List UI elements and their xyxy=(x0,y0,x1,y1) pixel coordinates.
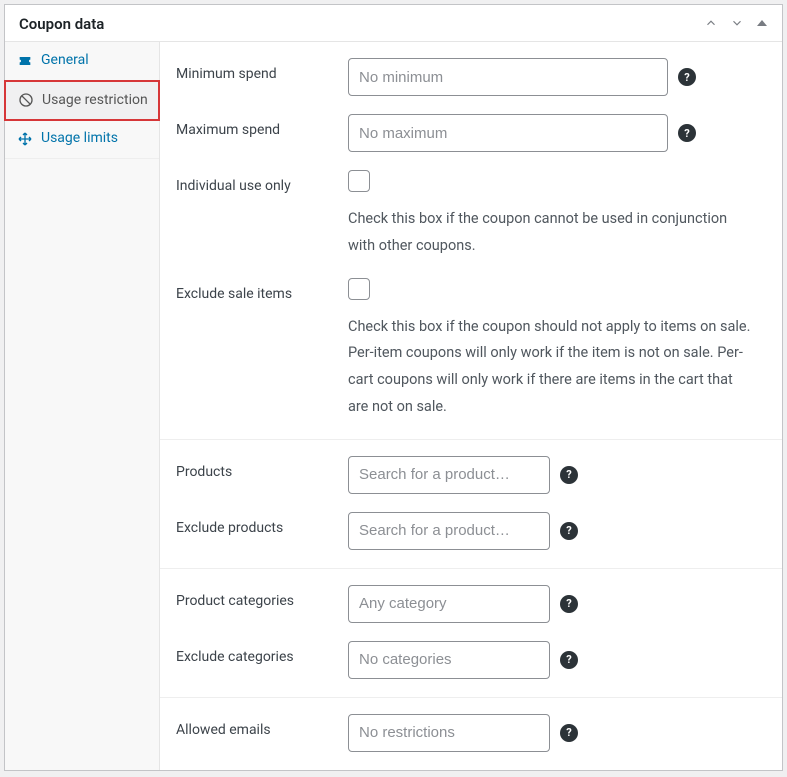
row-exclude-categories: Exclude categories ? xyxy=(176,641,766,679)
move-down-icon[interactable] xyxy=(730,16,744,33)
field-description: Check this box if the coupon cannot be u… xyxy=(348,206,753,260)
product-categories-input[interactable] xyxy=(348,585,550,623)
help-icon[interactable]: ? xyxy=(560,724,578,742)
field-label: Minimum spend xyxy=(176,58,348,82)
exclude-sale-checkbox[interactable] xyxy=(348,278,370,300)
field-label: Maximum spend xyxy=(176,114,348,138)
individual-use-checkbox[interactable] xyxy=(348,170,370,192)
tab-usage-restriction[interactable]: Usage restriction xyxy=(4,80,160,122)
panel-header: Coupon data xyxy=(5,5,782,42)
row-minimum-spend: Minimum spend ? xyxy=(176,58,766,96)
products-input[interactable] xyxy=(348,456,550,494)
exclude-products-input[interactable] xyxy=(348,512,550,550)
row-product-categories: Product categories ? xyxy=(176,585,766,623)
row-maximum-spend: Maximum spend ? xyxy=(176,114,766,152)
panel-controls xyxy=(704,16,768,33)
exclude-categories-input[interactable] xyxy=(348,641,550,679)
move-up-icon[interactable] xyxy=(704,16,718,33)
help-icon[interactable]: ? xyxy=(560,651,578,669)
tab-label: Usage restriction xyxy=(42,92,148,110)
move-icon xyxy=(17,131,33,147)
help-icon[interactable]: ? xyxy=(560,522,578,540)
maximum-spend-input[interactable] xyxy=(348,114,668,152)
help-icon[interactable]: ? xyxy=(560,466,578,484)
row-products: Products ? xyxy=(176,456,766,494)
row-exclude-sale: Exclude sale items Check this box if the… xyxy=(176,278,766,421)
tab-usage-limits[interactable]: Usage limits xyxy=(5,120,159,159)
tab-general[interactable]: General xyxy=(5,42,159,81)
coupon-data-panel: Coupon data General xyxy=(4,4,783,771)
field-label: Individual use only xyxy=(176,170,348,194)
row-allowed-emails: Allowed emails ? xyxy=(176,714,766,752)
allowed-emails-input[interactable] xyxy=(348,714,550,752)
tab-label: Usage limits xyxy=(41,130,118,148)
minimum-spend-input[interactable] xyxy=(348,58,668,96)
panel-title: Coupon data xyxy=(19,15,104,33)
field-label: Allowed emails xyxy=(176,714,348,738)
help-icon[interactable]: ? xyxy=(560,595,578,613)
row-individual-use: Individual use only Check this box if th… xyxy=(176,170,766,260)
tab-content: Minimum spend ? Maximum spend ? xyxy=(160,42,782,770)
field-label: Products xyxy=(176,456,348,480)
panel-body: General Usage restriction Usage limits M… xyxy=(5,42,782,770)
field-label: Exclude products xyxy=(176,512,348,536)
help-icon[interactable]: ? xyxy=(678,124,696,142)
group-emails: Allowed emails ? xyxy=(160,698,782,770)
ban-icon xyxy=(18,92,34,108)
group-categories: Product categories ? Exclude categories … xyxy=(160,569,782,698)
field-label: Exclude categories xyxy=(176,641,348,665)
field-label: Exclude sale items xyxy=(176,278,348,302)
group-products: Products ? Exclude products ? xyxy=(160,440,782,569)
field-description: Check this box if the coupon should not … xyxy=(348,314,753,421)
tab-label: General xyxy=(41,52,89,70)
ticket-icon xyxy=(17,53,33,69)
row-exclude-products: Exclude products ? xyxy=(176,512,766,550)
tab-list: General Usage restriction Usage limits xyxy=(5,42,160,770)
field-label: Product categories xyxy=(176,585,348,609)
toggle-panel-icon[interactable] xyxy=(756,17,768,32)
help-icon[interactable]: ? xyxy=(678,68,696,86)
group-spend: Minimum spend ? Maximum spend ? xyxy=(160,42,782,440)
